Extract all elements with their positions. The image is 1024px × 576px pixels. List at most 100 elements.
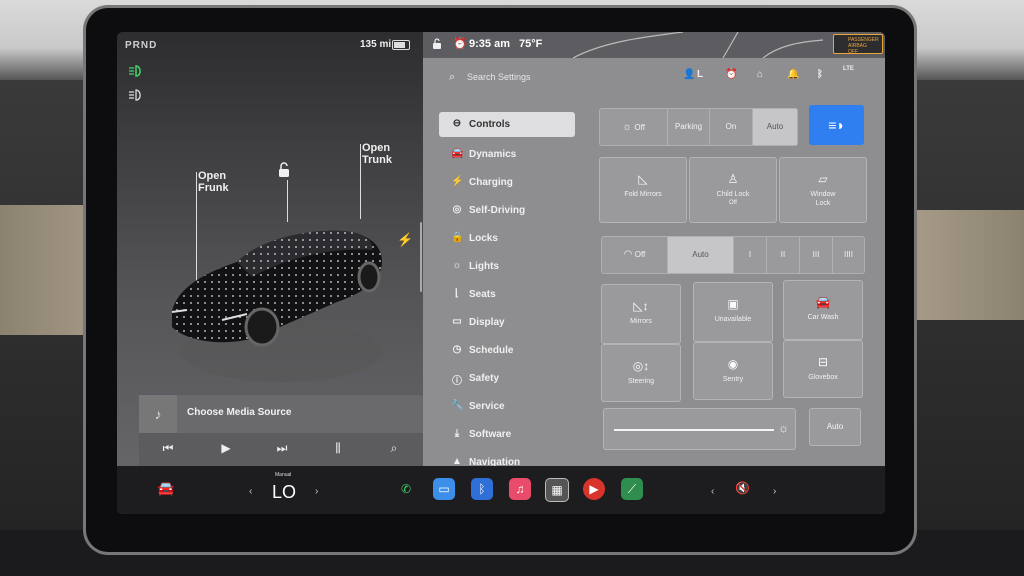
wipers-off-button[interactable]: ◠ Off <box>602 237 668 273</box>
search-bar[interactable]: ⌕ Search Settings <box>423 60 885 92</box>
settings-menu: ⊖ Controls 🚘 Dynamics ⚡ Charging ◎ Self-… <box>439 112 579 476</box>
charge-port-icon[interactable]: ⚡ <box>397 232 413 248</box>
phone-app-icon[interactable]: ✆ <box>395 478 417 500</box>
notification-bell-icon[interactable]: 🔔 <box>787 69 799 80</box>
media-search-icon[interactable]: ⌕ <box>379 441 409 456</box>
lights-on-button[interactable]: On <box>710 109 753 145</box>
window-lock-button[interactable]: ▱ Window Lock <box>779 157 867 223</box>
temp-up-chevron-icon[interactable]: › <box>315 486 318 497</box>
menu-item-locks[interactable]: 🔒 Locks <box>439 224 579 252</box>
previous-track-icon[interactable]: ⏮ <box>153 441 183 456</box>
car-home-icon[interactable]: 🚘 <box>157 480 174 497</box>
wipers-speed-2-button[interactable]: II <box>767 237 800 273</box>
wipers-auto-button[interactable]: Auto <box>668 237 734 273</box>
headlight-icon <box>129 65 141 77</box>
lights-off-label: Off <box>634 123 645 132</box>
menu-item-lights[interactable]: ☼ Lights <box>439 252 579 280</box>
volume-up-chevron-icon[interactable]: › <box>773 486 776 497</box>
driver-profile-icon[interactable]: 👤 <box>683 69 695 80</box>
wipers-speed-2-label: II <box>780 250 786 259</box>
unlock-icon[interactable] <box>277 162 291 178</box>
music-app-icon[interactable]: ♫ <box>509 478 531 500</box>
wiper-icon: ◠ <box>623 249 633 260</box>
lights-auto-button[interactable]: Auto <box>753 109 797 145</box>
child-lock-icon: ♙ <box>727 172 739 186</box>
media-player-app-icon[interactable]: ▶ <box>583 478 605 500</box>
child-lock-label: Child Lock <box>716 191 750 198</box>
menu-item-self-driving[interactable]: ◎ Self-Driving <box>439 196 579 224</box>
homelink-icon[interactable]: ⌂ <box>757 69 763 80</box>
search-icon: ⌕ <box>449 71 456 83</box>
temp-down-chevron-icon[interactable]: ‹ <box>249 486 252 497</box>
open-frunk-button[interactable]: Open Frunk <box>198 170 229 194</box>
open-trunk-button[interactable]: Open Trunk <box>362 142 392 166</box>
play-icon[interactable]: ▶ <box>211 441 241 455</box>
auto-high-beam-icon <box>129 89 141 101</box>
menu-item-schedule[interactable]: ◷ Schedule <box>439 336 579 364</box>
menu-item-software[interactable]: ⤓ Software <box>439 420 579 448</box>
menu-label: Seats <box>469 289 496 300</box>
menu-label: Display <box>469 317 505 328</box>
car-wash-button[interactable]: 🚘 Car Wash <box>783 280 863 340</box>
menu-item-safety[interactable]: ⓘ Safety <box>439 364 579 392</box>
equalizer-icon[interactable]: ⫼ <box>323 441 353 456</box>
menu-item-service[interactable]: 🔧 Service <box>439 392 579 420</box>
brightness-auto-button[interactable]: Auto <box>809 408 861 446</box>
steering-adjust-button[interactable]: ◎↕ Steering <box>601 344 681 402</box>
wipers-speed-1-button[interactable]: I <box>734 237 767 273</box>
settings-panel: ⏰ 9:35 am 75°F PASSENGER AIRBAG OFF ⌕ Se… <box>423 32 885 514</box>
menu-item-seats[interactable]: ⌊ Seats <box>439 280 579 308</box>
wood-trim-right <box>909 210 1024 320</box>
brightness-track[interactable] <box>614 429 774 431</box>
search-input[interactable]: Search Settings <box>467 72 531 82</box>
wipers-speed-3-button[interactable]: III <box>800 237 833 273</box>
auto-high-beam-button[interactable]: ≡◗ <box>809 105 864 145</box>
lock-status-icon[interactable] <box>431 38 443 50</box>
car-icon: 🚘 <box>451 148 464 159</box>
battery-icon <box>392 40 410 50</box>
menu-item-dynamics[interactable]: 🚘 Dynamics <box>439 140 579 168</box>
fold-mirrors-label: Fold Mirrors <box>624 191 662 198</box>
lights-off-button[interactable]: ☼ Off <box>600 109 668 145</box>
brightness-slider[interactable]: ☼ <box>603 408 796 450</box>
menu-item-display[interactable]: ▭ Display <box>439 308 579 336</box>
messages-app-icon[interactable]: ▭ <box>433 478 455 500</box>
next-track-icon[interactable]: ⏭ <box>267 441 297 456</box>
child-lock-button[interactable]: ♙ Child Lock Off <box>689 157 777 223</box>
clock-icon: ◷ <box>452 344 462 355</box>
mirror-adjust-icon: ◺↕ <box>633 299 649 313</box>
music-note-icon: ♪ <box>139 395 177 433</box>
lights-parking-button[interactable]: Parking <box>668 109 710 145</box>
app-launcher-icon[interactable]: ▦ <box>545 478 569 502</box>
lte-signal-icon: LTE <box>843 66 854 72</box>
bluetooth-app-icon[interactable]: ᛒ <box>471 478 493 500</box>
range-readout: 135 mi <box>360 39 392 50</box>
volume-down-chevron-icon[interactable]: ‹ <box>711 486 714 497</box>
climate-temperature[interactable]: LO <box>272 482 296 503</box>
fold-mirrors-button[interactable]: ◺ Fold Mirrors <box>599 157 687 223</box>
alarm-settings-icon[interactable]: ⏰ <box>725 69 737 80</box>
clock-time: 9:35 am <box>469 38 510 50</box>
menu-item-controls[interactable]: ⊖ Controls <box>439 112 575 137</box>
menu-item-charging[interactable]: ⚡ Charging <box>439 168 579 196</box>
outside-temperature: 75°F <box>519 38 543 50</box>
volume-mute-icon[interactable]: 🔇 <box>735 481 750 495</box>
media-source-row[interactable]: ♪ Choose Media Source <box>139 395 423 433</box>
wipers-speed-3-label: III <box>812 250 820 259</box>
unavailable-tile[interactable]: ▣ Unavailable <box>693 282 773 342</box>
menu-label: Lights <box>469 261 499 272</box>
media-player: ♪ Choose Media Source ⏮ ▶ ⏭ ⫼ ⌕ <box>139 395 423 473</box>
passenger-airbag-status: PASSENGER AIRBAG OFF <box>833 34 883 55</box>
bluetooth-status-icon[interactable]: ᛒ <box>817 69 823 80</box>
panel-scroll-indicator <box>420 222 422 292</box>
download-icon: ⤓ <box>454 428 460 439</box>
sentry-button[interactable]: ◉ Sentry <box>693 342 773 400</box>
unavailable-label: Unavailable <box>714 316 752 323</box>
energy-app-icon[interactable]: ⟋ <box>621 478 643 500</box>
menu-label: Locks <box>469 233 498 244</box>
mirrors-adjust-button[interactable]: ◺↕ Mirrors <box>601 284 681 344</box>
glovebox-button[interactable]: ⊟ Glovebox <box>783 340 863 398</box>
sun-icon: ☼ <box>452 260 462 271</box>
dashboard-right <box>904 80 1024 576</box>
wipers-speed-4-button[interactable]: IIII <box>833 237 864 273</box>
